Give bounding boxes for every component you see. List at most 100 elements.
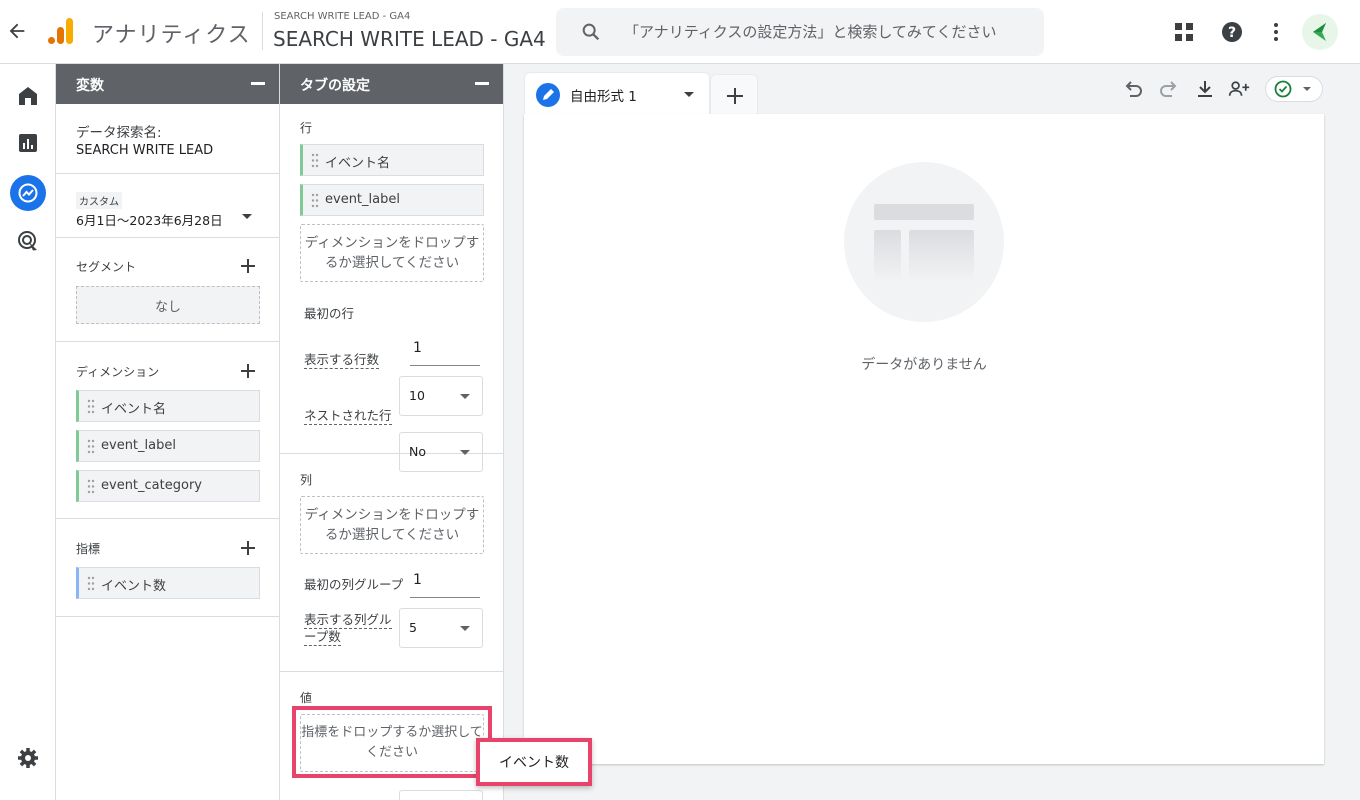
show-rows-label: 表示する行数 [304,352,380,369]
first-col-group-label: 最初の列グループ [304,577,404,592]
tab-settings-title: タブの設定 [300,78,370,94]
metrics-label: 指標 [76,542,101,556]
first-col-group-input[interactable]: 1 [410,568,480,598]
dimensions-label: ディメンション [76,365,160,379]
tab-settings-panel: タブの設定 行 イベント名 event_label ディメンションをドロップする… [280,64,504,800]
empty-table-icon [874,204,974,282]
search-bar[interactable]: 「アナリティクスの設定方法」と検索してみてください [556,8,1044,56]
gear-icon[interactable] [16,746,40,770]
search-icon [582,23,600,41]
collapse-tab-settings-button[interactable] [475,82,489,85]
nested-rows-label: ネストされた行 [304,408,392,425]
metrics-section: 指標 イベント数 [56,519,279,617]
columns-label: 列 [300,473,313,487]
tab-dropdown-icon[interactable] [684,92,694,97]
add-tab-button[interactable] [710,74,758,114]
check-circle-icon [1274,80,1292,98]
metric-chip[interactable]: イベント数 [76,567,260,599]
hidden-select-partial[interactable] [399,790,483,800]
home-icon[interactable] [16,84,40,108]
search-placeholder: 「アナリティクスの設定方法」と検索してみてください [624,23,997,41]
empty-state-message: データがありません [861,357,987,373]
collapse-variables-button[interactable] [251,82,265,85]
dimension-chip-label: event_category [101,478,202,493]
account-logo-icon [1313,23,1326,41]
show-col-groups-caret-icon [460,626,470,631]
dropzone-highlight [292,706,492,778]
column-dimension-dropzone[interactable]: ディメンションをドロップするか選択してください [300,496,484,554]
first-row-input[interactable]: 1 [410,336,480,366]
analytics-logo-icon[interactable] [46,16,76,46]
exploration-canvas: データがありません [524,114,1324,764]
add-dimension-icon[interactable] [240,363,256,379]
add-metric-icon[interactable] [240,540,256,556]
share-user-icon[interactable] [1228,78,1250,100]
app-name: アナリティクス [92,23,251,48]
drag-handle-icon[interactable] [87,576,95,591]
date-range-section[interactable]: カスタム 6月1日～2023年6月28日 [56,174,279,238]
tab-settings-header: タブの設定 [280,64,503,104]
dimension-chip-label: event_label [101,438,176,453]
drag-handle-icon[interactable] [87,399,95,414]
download-icon[interactable] [1194,78,1216,100]
tab-label: 自由形式 1 [570,89,637,105]
dimension-chip-label: イベント名 [101,402,167,417]
insights-status-button[interactable] [1265,76,1323,102]
explore-nav-active[interactable] [10,175,46,211]
svg-text:?: ? [1228,25,1236,41]
segments-section: セグメント なし [56,238,279,342]
exploration-name-label: データ探索名: [76,125,162,141]
tab-freeform[interactable]: 自由形式 1 [524,72,710,114]
reports-icon[interactable] [16,131,40,155]
drag-handle-icon[interactable] [87,439,95,454]
metric-chip-label: イベント数 [101,579,167,594]
columns-section: 列 ディメンションをドロップするか選択してください 最初の列グループ 1 表示す… [280,454,503,672]
exploration-name-section: データ探索名: SEARCH WRITE LEAD [56,104,279,174]
redo-icon[interactable] [1158,78,1180,100]
row-dimension-dropzone[interactable]: ディメンションをドロップするか選択してください [300,224,484,282]
row-chip-label: イベント名 [325,156,391,171]
dimensions-section: ディメンション イベント名 event_label event_category [56,342,279,519]
row-dimension-chip[interactable]: イベント名 [300,144,484,176]
values-label: 値 [300,691,313,705]
exploration-name-value[interactable]: SEARCH WRITE LEAD [76,143,213,158]
account-avatar[interactable] [1302,14,1338,50]
date-dropdown-icon[interactable] [242,214,252,219]
row-dimension-chip[interactable]: event_label [300,184,484,216]
variables-title: 変数 [76,78,104,94]
property-account-label[interactable]: SEARCH WRITE LEAD - GA4 [274,11,410,22]
drag-handle-icon[interactable] [87,479,95,494]
variables-panel: 変数 データ探索名: SEARCH WRITE LEAD カスタム 6月1日～2… [56,64,280,800]
drag-handle-icon[interactable] [311,153,319,168]
first-row-label: 最初の行 [304,306,355,321]
show-col-groups-label: 表示する列グループ数 [304,612,392,646]
rows-section: 行 イベント名 event_label ディメンションをドロップするか選択してく… [280,104,503,472]
dimension-chip[interactable]: イベント名 [76,390,260,422]
drag-metric-tooltip[interactable]: イベント数 [476,738,592,786]
more-vert-icon[interactable] [1264,20,1288,44]
advertising-icon[interactable] [16,229,40,253]
segments-label: セグメント [76,260,137,274]
show-rows-value: 10 [409,388,425,403]
drag-handle-icon[interactable] [311,193,319,208]
status-dropdown-icon [1303,87,1311,91]
explore-icon [18,183,38,203]
add-segment-icon[interactable] [240,258,256,274]
apps-grid-icon[interactable] [1172,20,1196,44]
empty-state-illustration [844,162,1004,322]
property-selector[interactable]: SEARCH WRITE LEAD - GA4 [273,27,546,51]
edit-tab-button[interactable] [536,83,560,107]
undo-icon[interactable] [1122,78,1144,100]
back-arrow-icon[interactable] [6,20,28,42]
segments-empty-box[interactable]: なし [76,286,260,324]
pencil-icon [543,89,554,100]
help-icon[interactable]: ? [1220,20,1244,44]
plus-icon [727,88,743,104]
dimension-chip[interactable]: event_label [76,430,260,462]
show-col-groups-value: 5 [409,620,417,635]
top-bar: アナリティクス SEARCH WRITE LEAD - GA4 SEARCH W… [0,0,1360,64]
show-col-groups-select[interactable]: 5 [399,608,483,648]
nav-rail [0,64,56,800]
dimension-chip[interactable]: event_category [76,470,260,502]
show-rows-select[interactable]: 10 [399,376,483,416]
